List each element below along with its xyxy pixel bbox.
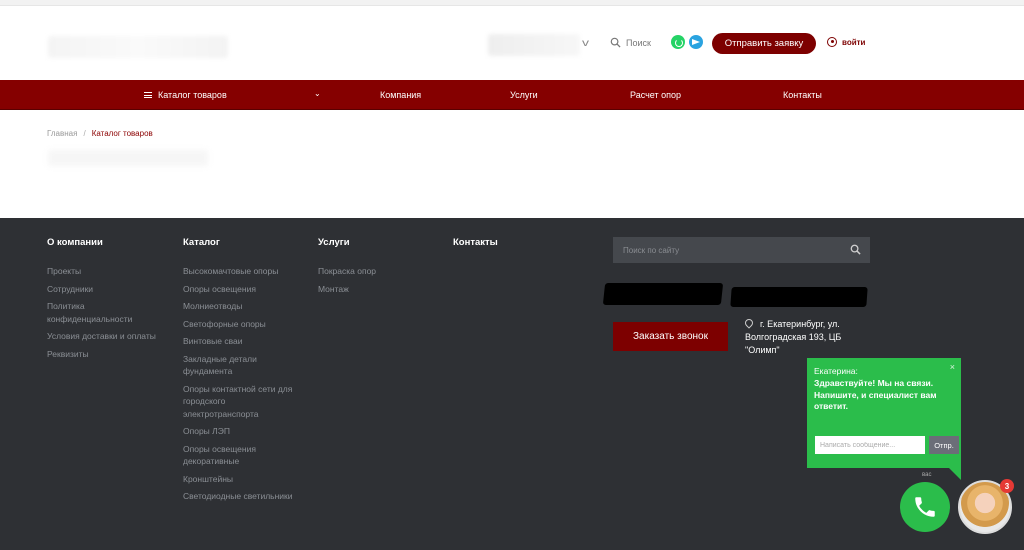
- footer-col-contacts: Контакты: [453, 237, 498, 265]
- search-label: Поиск: [626, 37, 651, 48]
- footer-link[interactable]: Реквизиты: [47, 348, 162, 361]
- chevron-down-icon[interactable]: ⌄: [314, 80, 321, 110]
- breadcrumb-home[interactable]: Главная: [47, 129, 77, 138]
- nav-item-company[interactable]: Компания: [380, 80, 421, 110]
- chat-message-input[interactable]: [815, 436, 925, 454]
- nav-item-services[interactable]: Услуги: [510, 80, 538, 110]
- close-icon[interactable]: ×: [950, 362, 955, 372]
- search-icon: [610, 37, 621, 48]
- footer-link[interactable]: Светофорные опоры: [183, 318, 298, 331]
- footer-col-catalog: Каталог Высокомачтовые опоры Опоры освещ…: [183, 237, 298, 508]
- telegram-icon[interactable]: [689, 35, 703, 49]
- footer-link[interactable]: Опоры ЛЭП: [183, 425, 298, 438]
- nav-catalog-label: Каталог товаров: [158, 90, 227, 100]
- footer-link[interactable]: Опоры контактной сети для городского эле…: [183, 383, 298, 421]
- chat-send-button[interactable]: Отпр.: [929, 436, 959, 454]
- send-request-button[interactable]: Отправить заявку: [712, 33, 816, 54]
- footer-services-title: Услуги: [318, 237, 350, 248]
- footer-link[interactable]: Кронштейны: [183, 473, 298, 486]
- chat-popup: × Екатерина: Здравствуйте! Мы на связи. …: [807, 358, 961, 480]
- header-search-link[interactable]: Поиск: [610, 37, 651, 48]
- footer-link[interactable]: Покраска опор: [318, 265, 433, 278]
- footer-link[interactable]: Опоры освещения декоративные: [183, 443, 298, 468]
- footer-link[interactable]: Сотрудники: [47, 283, 162, 296]
- footer-catalog-title: Каталог: [183, 237, 220, 248]
- login-link[interactable]: войти: [827, 37, 865, 47]
- nav-item-contacts[interactable]: Контакты: [783, 80, 822, 110]
- address-text: г. Екатеринбург, ул. Волгоградская 193, …: [745, 319, 842, 355]
- footer-link[interactable]: Молниеотводы: [183, 300, 298, 313]
- breadcrumb: Главная / Каталог товаров: [47, 129, 153, 138]
- order-call-button[interactable]: Заказать звонок: [613, 322, 728, 351]
- footer-link[interactable]: Закладные детали фундамента: [183, 353, 298, 378]
- footer-link[interactable]: Условия доставки и оплаты: [47, 330, 162, 343]
- chat-caption: вас: [922, 472, 932, 478]
- footer-address: г. Екатеринбург, ул. Волгоградская 193, …: [743, 317, 875, 357]
- unread-badge: 3: [1000, 479, 1014, 493]
- footer-link[interactable]: Проекты: [47, 265, 162, 278]
- footer-about-title: О компании: [47, 237, 103, 248]
- nav-item-catalog[interactable]: Каталог товаров: [144, 80, 227, 110]
- footer-link[interactable]: Монтаж: [318, 283, 433, 296]
- breadcrumb-current: Каталог товаров: [91, 129, 153, 138]
- chat-agent-name: Екатерина:: [814, 366, 858, 376]
- footer-link[interactable]: Политика конфиденциальности: [47, 300, 162, 325]
- logo[interactable]: [48, 36, 228, 58]
- login-label: войти: [842, 37, 866, 47]
- footer-link[interactable]: Опоры освещения: [183, 283, 298, 296]
- footer-search: [613, 237, 870, 263]
- redacted-phone: [602, 283, 724, 305]
- whatsapp-icon[interactable]: [671, 35, 685, 49]
- menu-icon: [144, 92, 152, 98]
- footer-contacts-title: Контакты: [453, 237, 498, 248]
- nav-item-calc[interactable]: Расчет опор: [630, 80, 681, 110]
- breadcrumb-separator: /: [83, 129, 86, 138]
- page-title: [48, 150, 208, 166]
- chat-message: Здравствуйте! Мы на связи. Напишите, и с…: [814, 378, 937, 411]
- site-header: v Поиск Отправить заявку войти: [0, 6, 1024, 80]
- footer-col-about: О компании Проекты Сотрудники Политика к…: [47, 237, 162, 365]
- search-icon[interactable]: [850, 244, 861, 255]
- footer-link[interactable]: Винтовые сваи: [183, 335, 298, 348]
- footer-search-input[interactable]: [613, 237, 843, 263]
- main-nav: Каталог товаров ⌄ Компания Услуги Расчет…: [0, 80, 1024, 110]
- redacted-email: [730, 287, 868, 307]
- footer-link[interactable]: Высокомачтовые опоры: [183, 265, 298, 278]
- chevron-down-icon[interactable]: v: [582, 38, 589, 49]
- footer-link[interactable]: Светодиодные светильники: [183, 490, 298, 503]
- call-widget-button[interactable]: [900, 482, 950, 532]
- footer-col-services: Услуги Покраска опор Монтаж: [318, 237, 433, 300]
- header-phone[interactable]: [488, 34, 580, 56]
- location-pin-icon: [743, 317, 755, 329]
- phone-icon: [915, 497, 935, 517]
- user-icon: [827, 37, 837, 47]
